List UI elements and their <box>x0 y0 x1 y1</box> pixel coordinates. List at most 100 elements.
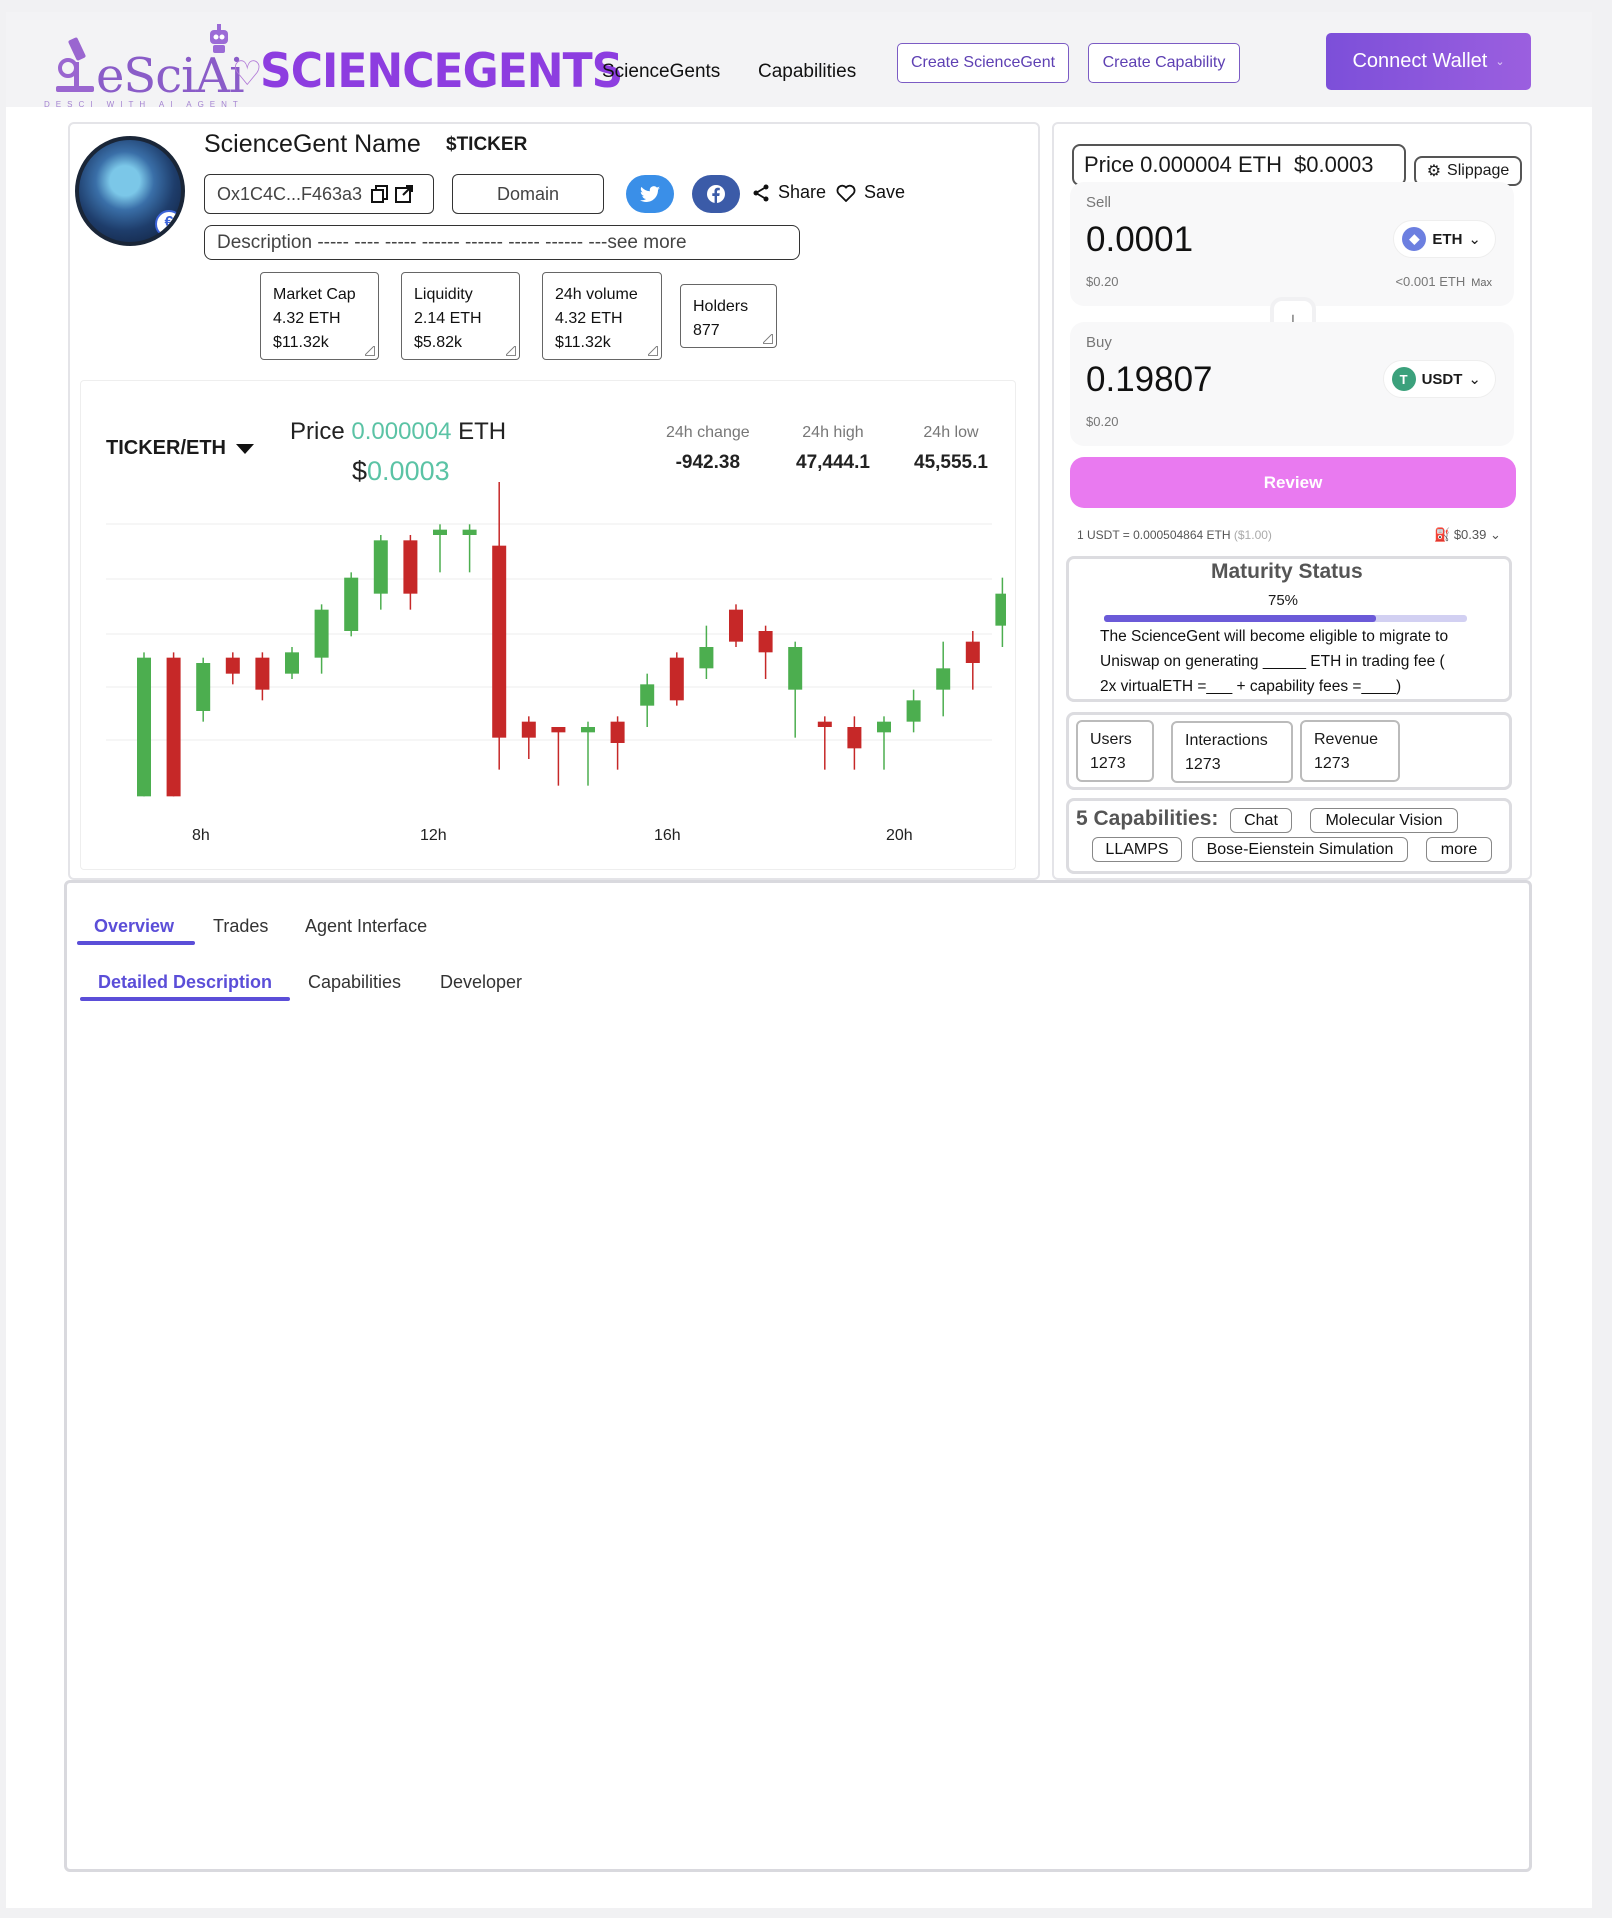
candle-body <box>314 609 329 658</box>
candle[interactable] <box>255 652 270 701</box>
candle[interactable] <box>344 572 359 637</box>
gas-icon: ⛽ <box>1434 527 1451 542</box>
domain-button[interactable]: Domain <box>452 174 604 214</box>
stat-value-eth: 4.32 ETH <box>555 310 623 327</box>
candle[interactable] <box>817 716 832 770</box>
create-sciencegent-button[interactable]: Create ScienceGent <box>897 43 1069 83</box>
candle[interactable] <box>521 716 536 759</box>
candle[interactable] <box>285 647 299 679</box>
logo-tagline: DESCI WITH AI AGENT <box>44 100 244 109</box>
tab-trades[interactable]: Trades <box>213 916 268 937</box>
agent-ticker: $TICKER <box>446 134 528 155</box>
tab-overview[interactable]: Overview <box>94 916 174 937</box>
candle[interactable] <box>314 604 329 674</box>
capability-chip-molecular-vision[interactable]: Molecular Vision <box>1310 808 1458 833</box>
connect-wallet-button[interactable]: Connect Wallet ⌄ <box>1326 33 1531 90</box>
maturity-line: The ScienceGent will become eligible to … <box>1100 628 1449 645</box>
pair-selector[interactable]: TICKER/ETH <box>106 437 254 460</box>
candle-body <box>196 663 211 711</box>
candle[interactable] <box>936 641 951 717</box>
buy-token-selector[interactable]: T USDT ⌄ <box>1382 360 1496 398</box>
price-usd: $0.0003 <box>1294 152 1374 177</box>
candle[interactable] <box>758 625 773 679</box>
agent-description[interactable]: Description ----- ---- ----- ------ ----… <box>204 225 800 260</box>
candle[interactable] <box>137 652 151 797</box>
subtab-capabilities[interactable]: Capabilities <box>308 972 401 993</box>
candle-body <box>965 641 980 663</box>
sell-amount-input[interactable]: 0.0001 <box>1086 220 1193 260</box>
balance-value: <0.001 ETH <box>1395 274 1466 289</box>
tab-agent-interface[interactable]: Agent Interface <box>305 916 427 937</box>
stat-value: 1273 <box>1185 756 1221 773</box>
candlestick-chart[interactable] <box>106 482 1006 817</box>
candle[interactable] <box>492 482 507 770</box>
create-capability-button[interactable]: Create Capability <box>1088 43 1240 83</box>
copy-icon[interactable] <box>370 184 390 204</box>
candle[interactable] <box>965 631 980 690</box>
gas-fee[interactable]: ⛽ $0.39 ⌄ <box>1434 527 1501 543</box>
candle[interactable] <box>551 727 566 786</box>
save-button[interactable]: Save <box>836 182 905 203</box>
subtab-developer[interactable]: Developer <box>440 972 522 993</box>
sciencegents-brand[interactable]: SCIENCEGENTS <box>260 44 623 99</box>
stat-label: Liquidity <box>414 286 473 303</box>
nav-sciencegents[interactable]: ScienceGents <box>602 61 720 83</box>
candle[interactable] <box>669 652 684 706</box>
maturity-line: 2x virtualETH =___ + capability fees =__… <box>1100 678 1402 695</box>
x-tick-label: 20h <box>886 827 913 844</box>
candle-body <box>669 657 684 701</box>
contract-address-box: Ox1C4C...F463a3 <box>204 174 434 214</box>
stat-liquidity: Liquidity 2.14 ETH $5.82k <box>401 272 520 360</box>
share-button[interactable]: Share <box>752 182 826 203</box>
sell-token-selector[interactable]: ◆ ETH ⌄ <box>1393 220 1496 258</box>
chevron-down-icon: ⌄ <box>1468 231 1481 248</box>
candle[interactable] <box>196 657 211 722</box>
stat-interactions: Interactions 1273 <box>1171 721 1293 783</box>
candle-body <box>699 647 714 669</box>
candle-body <box>403 540 418 594</box>
review-button[interactable]: Review <box>1070 457 1516 508</box>
candle[interactable] <box>433 524 447 573</box>
candle[interactable] <box>995 577 1006 647</box>
candle-body <box>758 631 773 653</box>
sell-balance: <0.001 ETH Max <box>1395 274 1492 289</box>
price-label: Price <box>290 418 345 445</box>
metric-label: 24h high <box>802 424 864 441</box>
buy-amount-input[interactable]: 0.19807 <box>1086 360 1213 400</box>
stat-value-eth: 2.14 ETH <box>414 310 482 327</box>
candle-body <box>995 593 1006 626</box>
sell-label: Sell <box>1086 194 1112 211</box>
candle[interactable] <box>403 535 418 610</box>
external-link-icon[interactable] <box>394 184 414 204</box>
chain-badge-icon: € <box>155 210 181 238</box>
candle[interactable] <box>788 641 803 738</box>
save-label: Save <box>864 182 906 202</box>
metric-label: 24h change <box>666 424 750 441</box>
max-button[interactable]: Max <box>1471 277 1492 289</box>
capability-chip-chat[interactable]: Chat <box>1230 808 1292 833</box>
capability-chip-bose-einstein[interactable]: Bose-Eienstein Simulation <box>1192 837 1408 862</box>
capabilities-more-chip[interactable]: more <box>1426 837 1492 862</box>
subtab-detailed-description[interactable]: Detailed Description <box>98 972 272 993</box>
stat-value-usd: $11.32k <box>273 334 329 351</box>
heart-icon: ♡ <box>232 55 263 93</box>
candle[interactable] <box>581 721 595 786</box>
candle[interactable] <box>877 716 891 770</box>
agent-name: ScienceGent Name <box>204 130 421 158</box>
candle[interactable] <box>373 535 388 610</box>
buy-token-label: USDT <box>1421 370 1463 388</box>
candle[interactable] <box>225 652 240 685</box>
candle[interactable] <box>906 689 921 733</box>
capability-chip-llamps[interactable]: LLAMPS <box>1092 837 1182 862</box>
candle[interactable] <box>640 673 655 727</box>
candle[interactable] <box>610 716 625 770</box>
nav-capabilities[interactable]: Capabilities <box>758 61 856 83</box>
candle[interactable] <box>847 716 862 770</box>
candle[interactable] <box>166 652 181 797</box>
buy-card: Buy 0.19807 $0.20 T USDT ⌄ <box>1070 322 1514 446</box>
twitter-icon[interactable] <box>626 175 674 213</box>
candle[interactable] <box>729 604 743 647</box>
eth-icon: ◆ <box>1402 227 1427 251</box>
facebook-icon[interactable] <box>692 175 740 213</box>
candle[interactable] <box>462 524 477 573</box>
